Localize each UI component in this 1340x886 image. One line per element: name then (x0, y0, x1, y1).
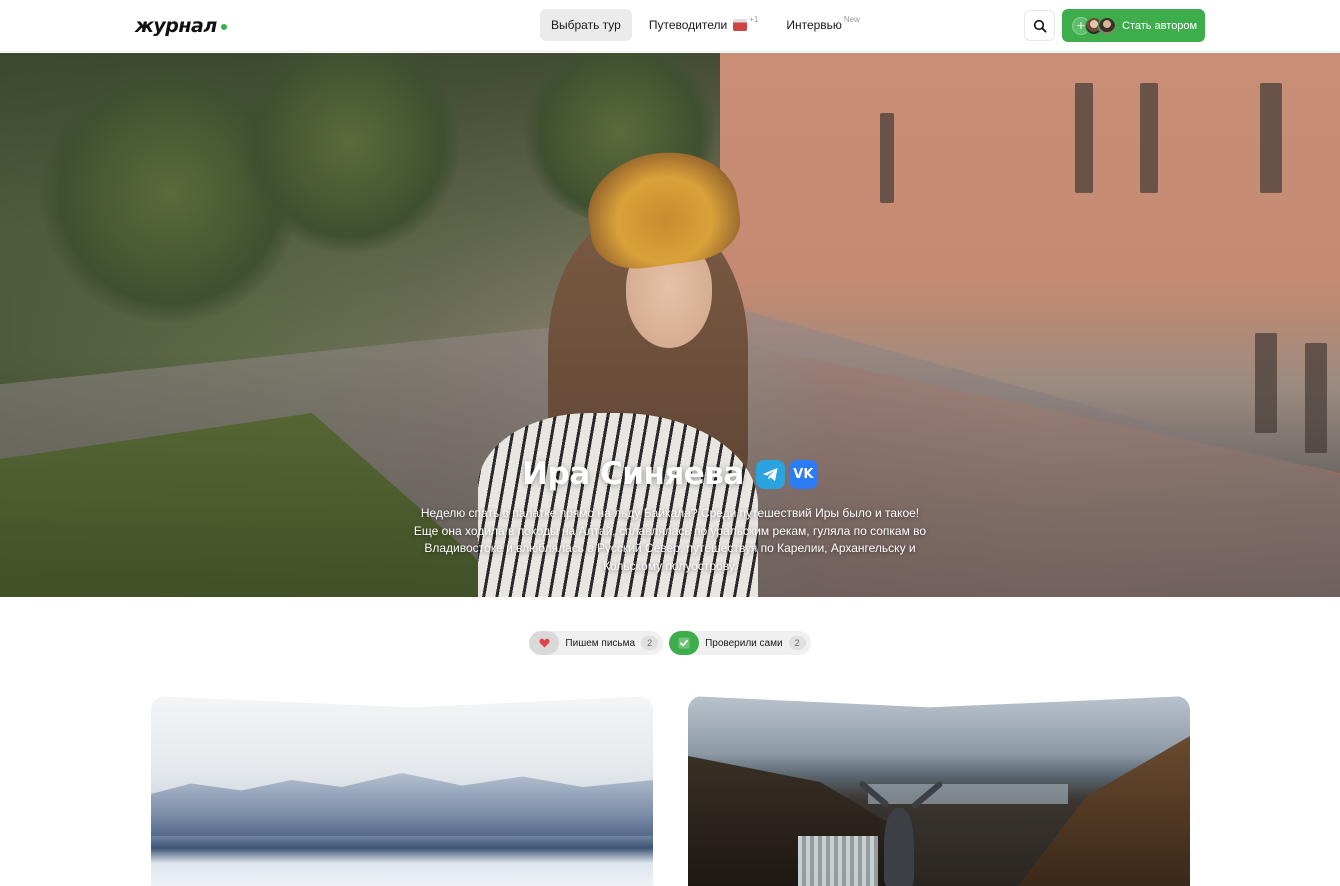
nav-guides-badge: +1 (749, 14, 759, 24)
filter-chip-checked-label: Проверили сами (705, 637, 783, 649)
hiker-figure (884, 808, 914, 886)
check-icon (669, 631, 700, 655)
become-author-button[interactable]: + Стать автором (1062, 9, 1205, 42)
nav-guides-label: Путеводители (648, 18, 728, 32)
author-name: Ира Синяева (522, 456, 744, 492)
filter-chip-letters-count: 2 (641, 636, 659, 650)
filter-chip-letters-label: Пишем письма (565, 637, 636, 649)
nav-choose-tour[interactable]: Выбрать тур (540, 9, 632, 41)
heart-icon (529, 631, 560, 655)
become-author-label: Стать автором (1122, 19, 1198, 32)
window-shape (1260, 83, 1282, 193)
author-description: Неделю спать в палатке прямо на льду Бай… (413, 506, 927, 573)
telegram-link[interactable] (755, 459, 785, 489)
nav-interview-badge: New (843, 14, 860, 24)
search-icon (1033, 19, 1047, 33)
nav-interview-label: Интервью (786, 18, 842, 32)
author-hero: Ира Синяева VK Неделю спать в палатке пр… (0, 53, 1340, 597)
article-card[interactable] (151, 696, 653, 886)
nav-guides[interactable]: Путеводители +1 (638, 9, 769, 41)
filter-chip-letters[interactable]: Пишем письма 2 (529, 631, 664, 655)
search-button[interactable] (1024, 10, 1055, 41)
window-shape (1305, 343, 1327, 453)
site-header: журнал Выбрать тур Путеводители +1 Интер… (0, 0, 1340, 52)
author-title-row: Ира Синяева VK (0, 456, 1340, 492)
window-shape (1255, 333, 1277, 433)
filter-chips: Пишем письма 2 Проверили сами 2 (0, 631, 1340, 655)
window-shape (1075, 83, 1093, 193)
article-card[interactable] (688, 696, 1190, 886)
logo-text: журнал (135, 15, 217, 37)
vk-icon: VK (793, 466, 814, 482)
window-shape (880, 113, 894, 203)
main-nav: Выбрать тур Путеводители +1 Интервью New (540, 9, 871, 41)
logo-dot (220, 24, 227, 30)
nav-choose-tour-label: Выбрать тур (551, 18, 621, 32)
telegram-icon (762, 467, 778, 481)
avatar (1098, 16, 1116, 35)
flag-icon (733, 19, 748, 31)
site-logo[interactable]: журнал (135, 14, 227, 38)
nav-interview[interactable]: Интервью New (775, 9, 871, 41)
vk-link[interactable]: VK (788, 459, 818, 489)
waterfall-shape (798, 836, 878, 886)
window-shape (1140, 83, 1158, 193)
sea-shape (868, 784, 1068, 804)
author-avatars: + (1072, 16, 1116, 35)
filter-chip-checked-count: 2 (788, 636, 806, 650)
filter-chip-checked[interactable]: Проверили сами 2 (669, 631, 811, 655)
